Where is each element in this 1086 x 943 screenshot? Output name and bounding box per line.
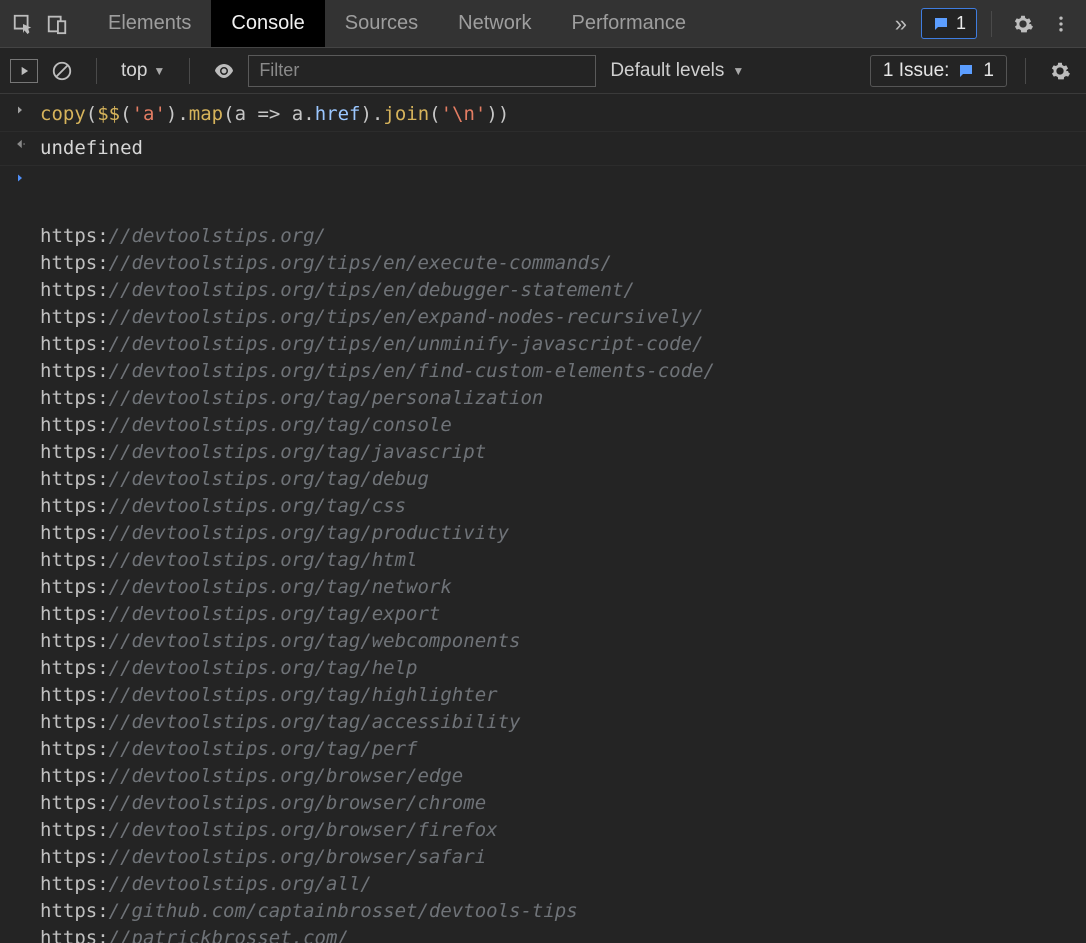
topbar-issue-badge[interactable]: 1 xyxy=(921,8,977,39)
inspect-element-icon[interactable] xyxy=(6,7,40,41)
output-url: https://devtoolstips.org/tag/console xyxy=(40,412,1086,439)
devtools-tabs: ElementsConsoleSourcesNetworkPerformance xyxy=(88,0,881,47)
dropdown-triangle-icon: ▼ xyxy=(153,64,165,78)
clear-console-icon[interactable] xyxy=(46,55,78,87)
divider xyxy=(189,58,190,84)
output-url: https://devtoolstips.org/ xyxy=(40,223,1086,250)
output-url: https://devtoolstips.org/tips/en/unminif… xyxy=(40,331,1086,358)
device-toolbar-icon[interactable] xyxy=(40,7,74,41)
output-url: https://devtoolstips.org/browser/firefox xyxy=(40,817,1086,844)
output-url: https://devtoolstips.org/browser/chrome xyxy=(40,790,1086,817)
tab-performance[interactable]: Performance xyxy=(552,0,707,47)
return-chevron-icon xyxy=(0,135,40,151)
output-url: https://devtoolstips.org/tag/highlighter xyxy=(40,682,1086,709)
message-icon xyxy=(932,15,950,33)
console-toolbar: top ▼ Default levels ▼ 1 Issue: 1 xyxy=(0,48,1086,94)
console-return-row: undefined xyxy=(0,132,1086,166)
output-url: https://devtoolstips.org/tips/en/expand-… xyxy=(40,304,1086,331)
output-url: https://devtoolstips.org/tag/css xyxy=(40,493,1086,520)
console-filter-input[interactable] xyxy=(248,55,596,87)
dropdown-triangle-icon: ▼ xyxy=(732,64,744,78)
tab-sources[interactable]: Sources xyxy=(325,0,438,47)
console-return-value: undefined xyxy=(40,135,1086,162)
divider xyxy=(1025,58,1026,84)
context-label: top xyxy=(121,60,147,82)
tab-network[interactable]: Network xyxy=(438,0,551,47)
output-url: https://devtoolstips.org/browser/edge xyxy=(40,763,1086,790)
console-input-row[interactable]: copy($$('a').map(a => a.href).join('\n')… xyxy=(0,98,1086,132)
settings-icon[interactable] xyxy=(1006,7,1040,41)
output-url: https://devtoolstips.org/tag/productivit… xyxy=(40,520,1086,547)
console-settings-icon[interactable] xyxy=(1044,55,1076,87)
output-url: https://devtoolstips.org/tag/accessibili… xyxy=(40,709,1086,736)
output-url: https://devtoolstips.org/all/ xyxy=(40,871,1086,898)
output-url: https://devtoolstips.org/browser/safari xyxy=(40,844,1086,871)
output-url: https://devtoolstips.org/tag/webcomponen… xyxy=(40,628,1086,655)
toggle-sidebar-icon[interactable] xyxy=(10,59,38,83)
output-url: https://devtoolstips.org/tips/en/find-cu… xyxy=(40,358,1086,385)
tab-elements[interactable]: Elements xyxy=(88,0,211,47)
output-url: https://devtoolstips.org/tag/personaliza… xyxy=(40,385,1086,412)
levels-label: Default levels xyxy=(610,60,724,82)
input-chevron-icon xyxy=(0,101,40,117)
output-url: https://patrickbrosset.com/ xyxy=(40,925,1086,943)
output-url: https://devtoolstips.org/tag/help xyxy=(40,655,1086,682)
log-level-selector[interactable]: Default levels ▼ xyxy=(610,60,744,82)
output-url: https://devtoolstips.org/tag/html xyxy=(40,547,1086,574)
divider xyxy=(96,58,97,84)
more-tabs-button[interactable]: » xyxy=(881,11,921,37)
issues-label: 1 Issue: xyxy=(883,60,950,82)
tab-console[interactable]: Console xyxy=(211,0,324,47)
execution-context-selector[interactable]: top ▼ xyxy=(115,60,171,82)
output-url: https://github.com/captainbrosset/devtoo… xyxy=(40,898,1086,925)
output-url: https://devtoolstips.org/tag/network xyxy=(40,574,1086,601)
output-url: https://devtoolstips.org/tag/perf xyxy=(40,736,1086,763)
issues-count: 1 xyxy=(983,60,994,82)
console-input-code: copy($$('a').map(a => a.href).join('\n')… xyxy=(40,101,1086,128)
console-output-row: https://devtoolstips.org/https://devtool… xyxy=(0,166,1086,943)
console-output-content: https://devtoolstips.org/https://devtool… xyxy=(40,169,1086,943)
issues-button[interactable]: 1 Issue: 1 xyxy=(870,55,1007,87)
devtools-tabbar: ElementsConsoleSourcesNetworkPerformance… xyxy=(0,0,1086,48)
divider xyxy=(991,11,992,37)
topbar-issue-count: 1 xyxy=(956,13,966,34)
output-url: https://devtoolstips.org/tips/en/debugge… xyxy=(40,277,1086,304)
message-icon xyxy=(957,62,975,80)
output-url: https://devtoolstips.org/tag/javascript xyxy=(40,439,1086,466)
output-url: https://devtoolstips.org/tips/en/execute… xyxy=(40,250,1086,277)
output-url: https://devtoolstips.org/tag/export xyxy=(40,601,1086,628)
console-log-area: copy($$('a').map(a => a.href).join('\n')… xyxy=(0,94,1086,943)
more-menu-icon[interactable] xyxy=(1044,7,1078,41)
output-url: https://devtoolstips.org/tag/debug xyxy=(40,466,1086,493)
expand-chevron-icon[interactable] xyxy=(0,169,40,185)
live-expression-icon[interactable] xyxy=(208,55,240,87)
